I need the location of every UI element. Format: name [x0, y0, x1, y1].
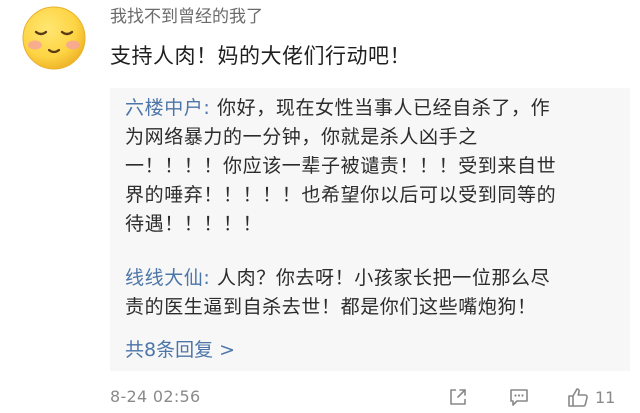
comment-text: 支持人肉！妈的大佬们行动吧！ — [110, 44, 411, 68]
reply-author[interactable]: 六楼中户: — [125, 97, 210, 119]
avatar[interactable] — [21, 5, 87, 71]
reply-text: 你好，现在女性当事人已经自杀了，作 — [210, 97, 551, 119]
reply-line: 界的唾弃！！！！！也希望你以后可以受到同等的 — [125, 184, 557, 206]
comment-icon[interactable] — [508, 386, 530, 412]
reply-line: 一！！！！你应该一辈子被谴责！！！受到来自世 — [125, 155, 557, 177]
reply-line: 六楼中户: 你好，现在女性当事人已经自杀了，作 — [125, 94, 556, 123]
see-all-replies-link[interactable]: 共8条回复 > — [125, 338, 235, 362]
reply-line: 待遇！！！！！ — [125, 213, 263, 235]
share-icon[interactable] — [447, 386, 469, 412]
timestamp: 8-24 02:56 — [110, 387, 201, 406]
reply-text: 人肉？你去呀！小孩家长把一位那么尽 — [210, 267, 551, 289]
like-count: 11 — [595, 388, 616, 407]
like-icon[interactable] — [566, 386, 590, 412]
reply-line: 为网络暴力的一分钟，你就是杀人凶手之 — [125, 126, 478, 148]
reply-item: 六楼中户: 你好，现在女性当事人已经自杀了，作 为网络暴力的一分钟，你就是杀人凶… — [125, 94, 556, 239]
reply-author[interactable]: 线线大仙: — [125, 267, 210, 289]
replies-box: 六楼中户: 你好，现在女性当事人已经自杀了，作 为网络暴力的一分钟，你就是杀人凶… — [110, 88, 630, 371]
emoji-blush-face-icon — [22, 6, 86, 70]
comment-item: 我找不到曾经的我了 支持人肉！妈的大佬们行动吧！ 六楼中户: 你好，现在女性当事… — [0, 0, 640, 413]
reply-item: 线线大仙: 人肉？你去呀！小孩家长把一位那么尽 责的医生逼到自杀去世！都是你们这… — [125, 264, 550, 322]
comment-meta: 8-24 02:56 11 — [110, 386, 630, 410]
reply-line: 责的医生逼到自杀去世！都是你们这些嘴炮狗！ — [125, 296, 537, 318]
reply-line: 线线大仙: 人肉？你去呀！小孩家长把一位那么尽 — [125, 264, 550, 293]
comment-username[interactable]: 我找不到曾经的我了 — [110, 6, 263, 28]
